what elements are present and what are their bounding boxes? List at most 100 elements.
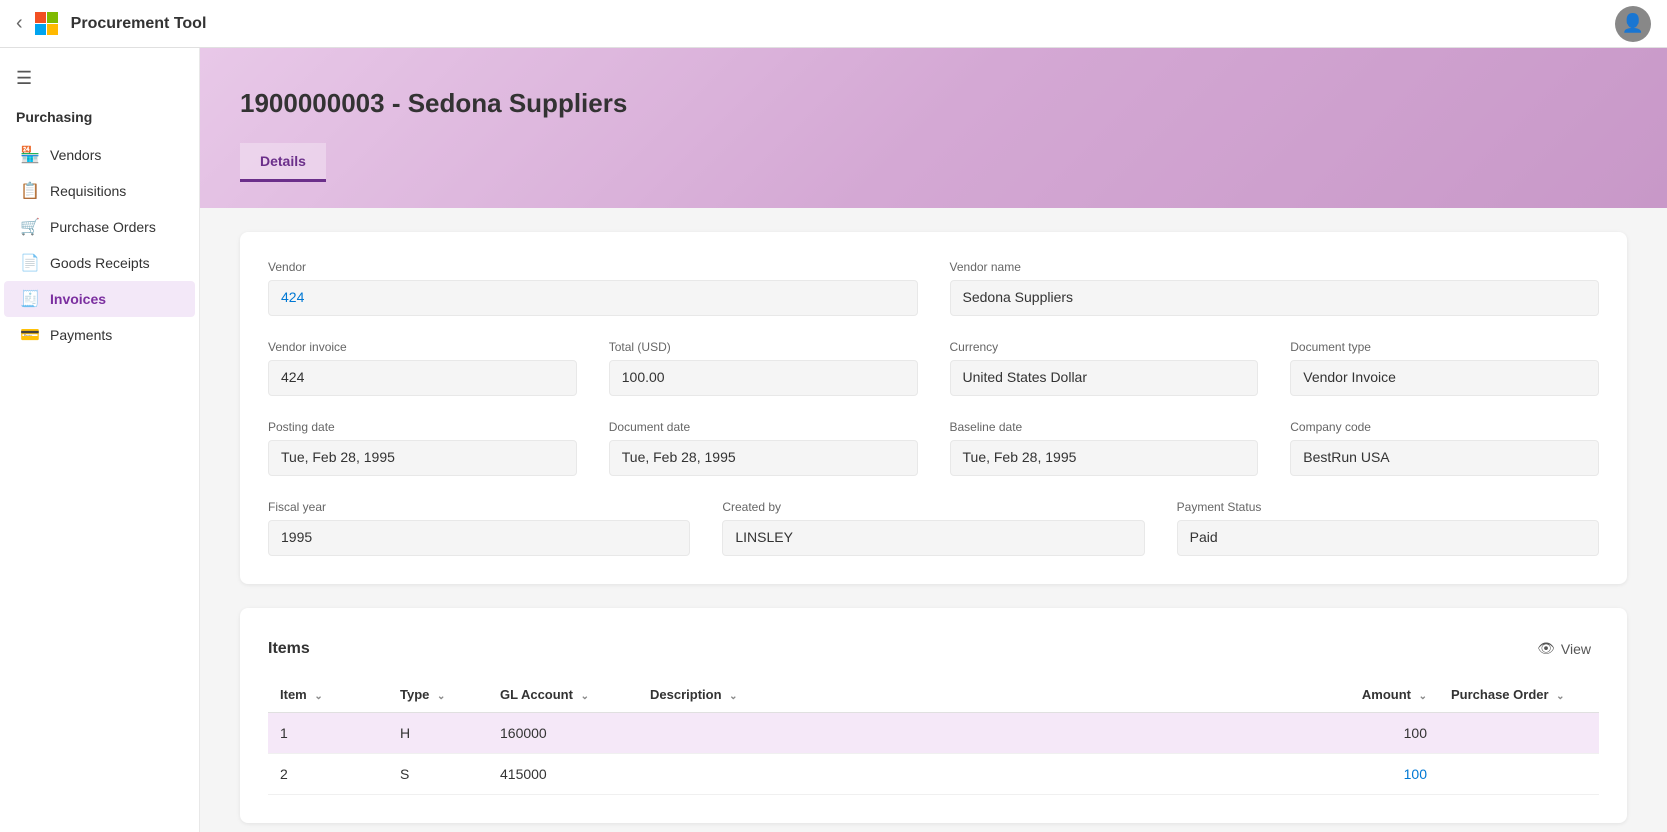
document-type-value: Vendor Invoice bbox=[1290, 360, 1599, 396]
vendor-name-field: Vendor name Sedona Suppliers bbox=[950, 260, 1600, 316]
payment-status-field: Payment Status Paid bbox=[1177, 500, 1599, 556]
col-header-purchase-order[interactable]: Purchase Order ⌄ bbox=[1439, 677, 1599, 713]
currency-value: United States Dollar bbox=[950, 360, 1259, 396]
vendor-name-label: Vendor name bbox=[950, 260, 1600, 274]
col-header-gl-account[interactable]: GL Account ⌄ bbox=[488, 677, 638, 713]
tab-details[interactable]: Details bbox=[240, 143, 326, 182]
fiscal-year-value: 1995 bbox=[268, 520, 690, 556]
cell-amount: 100 bbox=[1319, 713, 1439, 754]
baseline-date-field: Baseline date Tue, Feb 28, 1995 bbox=[950, 420, 1259, 476]
cell-item: 1 bbox=[268, 713, 388, 754]
created-by-label: Created by bbox=[722, 500, 1144, 514]
tabs-bar: Details bbox=[240, 143, 1627, 182]
vendor-name-value: Sedona Suppliers bbox=[950, 280, 1600, 316]
row-dates: Posting date Tue, Feb 28, 1995 Document … bbox=[268, 420, 1599, 476]
sidebar-item-vendors[interactable]: 🏪 Vendors bbox=[4, 137, 195, 173]
eye-icon: 👁 bbox=[1537, 640, 1555, 657]
view-button-label: View bbox=[1561, 641, 1591, 657]
col-header-description[interactable]: Description ⌄ bbox=[638, 677, 1319, 713]
sidebar-item-goods-receipts[interactable]: 📄 Goods Receipts bbox=[4, 245, 195, 281]
cards-area: Vendor 424 Vendor name Sedona Suppliers … bbox=[200, 208, 1667, 832]
company-code-value: BestRun USA bbox=[1290, 440, 1599, 476]
company-code-field: Company code BestRun USA bbox=[1290, 420, 1599, 476]
payment-status-value: Paid bbox=[1177, 520, 1599, 556]
sort-icon-gl: ⌄ bbox=[581, 691, 589, 702]
sort-icon-type: ⌄ bbox=[437, 691, 445, 702]
sidebar-item-label: Invoices bbox=[50, 291, 106, 307]
back-button[interactable]: ‹ bbox=[16, 12, 23, 35]
currency-field: Currency United States Dollar bbox=[950, 340, 1259, 396]
row-vendor: Vendor 424 Vendor name Sedona Suppliers bbox=[268, 260, 1599, 316]
user-avatar[interactable]: 👤 bbox=[1615, 6, 1651, 42]
content-area: 1900000003 - Sedona Suppliers Details Ve… bbox=[200, 48, 1667, 832]
cell-amount: 100 bbox=[1319, 754, 1439, 795]
cell-gl-account: 160000 bbox=[488, 713, 638, 754]
cell-description bbox=[638, 754, 1319, 795]
fiscal-year-field: Fiscal year 1995 bbox=[268, 500, 690, 556]
vendor-invoice-field: Vendor invoice 424 bbox=[268, 340, 577, 396]
main-layout: ☰ Purchasing 🏪 Vendors 📋 Requisitions 🛒 … bbox=[0, 48, 1667, 832]
payment-status-label: Payment Status bbox=[1177, 500, 1599, 514]
cell-type: S bbox=[388, 754, 488, 795]
baseline-date-value: Tue, Feb 28, 1995 bbox=[950, 440, 1259, 476]
microsoft-logo bbox=[35, 12, 59, 36]
table-row[interactable]: 1H160000100 bbox=[268, 713, 1599, 754]
table-row[interactable]: 2S415000 100 bbox=[268, 754, 1599, 795]
page-header: 1900000003 - Sedona Suppliers Details bbox=[200, 48, 1667, 208]
posting-date-label: Posting date bbox=[268, 420, 577, 434]
document-date-value: Tue, Feb 28, 1995 bbox=[609, 440, 918, 476]
vendor-invoice-value: 424 bbox=[268, 360, 577, 396]
total-label: Total (USD) bbox=[609, 340, 918, 354]
sort-icon-amount: ⌄ bbox=[1419, 691, 1427, 702]
payments-icon: 💳 bbox=[20, 325, 40, 345]
total-field: Total (USD) 100.00 bbox=[609, 340, 918, 396]
sidebar-item-label: Payments bbox=[50, 327, 112, 343]
sidebar-item-label: Goods Receipts bbox=[50, 255, 150, 271]
vendors-icon: 🏪 bbox=[20, 145, 40, 165]
topbar: ‹ Procurement Tool 👤 bbox=[0, 0, 1667, 48]
company-code-label: Company code bbox=[1290, 420, 1599, 434]
row-invoice-details: Vendor invoice 424 Total (USD) 100.00 Cu… bbox=[268, 340, 1599, 396]
sidebar-section-title: Purchasing bbox=[0, 105, 199, 137]
goods-receipts-icon: 📄 bbox=[20, 253, 40, 273]
sidebar-item-label: Vendors bbox=[50, 147, 101, 163]
details-card: Vendor 424 Vendor name Sedona Suppliers … bbox=[240, 232, 1627, 584]
baseline-date-label: Baseline date bbox=[950, 420, 1259, 434]
vendor-field: Vendor 424 bbox=[268, 260, 918, 316]
posting-date-field: Posting date Tue, Feb 28, 1995 bbox=[268, 420, 577, 476]
cell-purchase-order bbox=[1439, 754, 1599, 795]
cell-item: 2 bbox=[268, 754, 388, 795]
col-header-type[interactable]: Type ⌄ bbox=[388, 677, 488, 713]
items-table: Item ⌄ Type ⌄ GL Account ⌄ bbox=[268, 677, 1599, 795]
sidebar-item-label: Requisitions bbox=[50, 183, 126, 199]
col-header-amount[interactable]: Amount ⌄ bbox=[1319, 677, 1439, 713]
requisitions-icon: 📋 bbox=[20, 181, 40, 201]
hamburger-menu[interactable]: ☰ bbox=[0, 60, 199, 105]
sidebar-item-label: Purchase Orders bbox=[50, 219, 156, 235]
sidebar-item-requisitions[interactable]: 📋 Requisitions bbox=[4, 173, 195, 209]
sort-icon-po: ⌄ bbox=[1556, 691, 1564, 702]
cell-gl-account: 415000 bbox=[488, 754, 638, 795]
currency-label: Currency bbox=[950, 340, 1259, 354]
table-header-row: Item ⌄ Type ⌄ GL Account ⌄ bbox=[268, 677, 1599, 713]
invoices-icon: 🧾 bbox=[20, 289, 40, 309]
sidebar: ☰ Purchasing 🏪 Vendors 📋 Requisitions 🛒 … bbox=[0, 48, 200, 832]
sidebar-item-payments[interactable]: 💳 Payments bbox=[4, 317, 195, 353]
vendor-invoice-label: Vendor invoice bbox=[268, 340, 577, 354]
app-title: Procurement Tool bbox=[71, 15, 207, 33]
vendor-label: Vendor bbox=[268, 260, 918, 274]
document-date-label: Document date bbox=[609, 420, 918, 434]
sidebar-item-purchase-orders[interactable]: 🛒 Purchase Orders bbox=[4, 209, 195, 245]
sidebar-item-invoices[interactable]: 🧾 Invoices bbox=[4, 281, 195, 317]
view-button[interactable]: 👁 View bbox=[1529, 636, 1599, 661]
vendor-value[interactable]: 424 bbox=[268, 280, 918, 316]
document-type-field: Document type Vendor Invoice bbox=[1290, 340, 1599, 396]
col-header-item[interactable]: Item ⌄ bbox=[268, 677, 388, 713]
items-header: Items 👁 View bbox=[268, 636, 1599, 661]
created-by-field: Created by LINSLEY bbox=[722, 500, 1144, 556]
sort-icon-item: ⌄ bbox=[314, 691, 322, 702]
purchase-orders-icon: 🛒 bbox=[20, 217, 40, 237]
cell-purchase-order bbox=[1439, 713, 1599, 754]
items-title: Items bbox=[268, 640, 310, 658]
posting-date-value: Tue, Feb 28, 1995 bbox=[268, 440, 577, 476]
